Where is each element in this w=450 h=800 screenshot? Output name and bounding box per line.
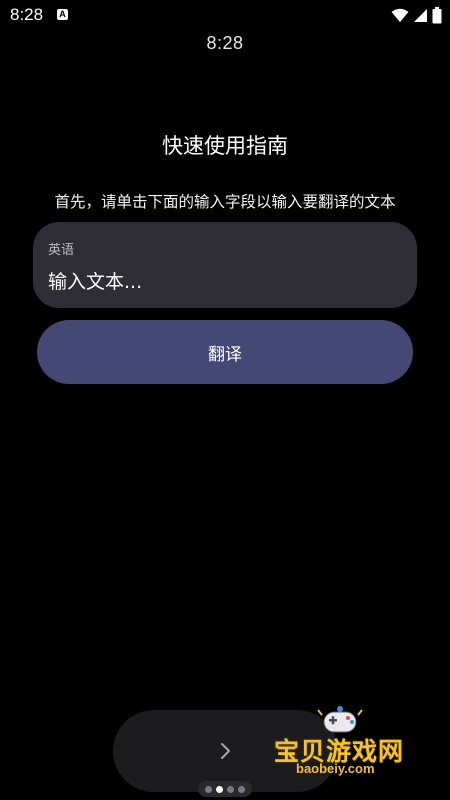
chevron-right-icon[interactable] bbox=[216, 740, 234, 762]
source-language-label: 英语 bbox=[48, 243, 75, 258]
watermark-logo: 宝贝游戏网 baobeiy.com bbox=[272, 706, 432, 786]
watermark-url: baobeiy.com bbox=[296, 761, 375, 776]
page-indicator bbox=[198, 781, 252, 797]
page-dot bbox=[205, 785, 212, 793]
text-input-field[interactable]: 英语 输入文本... bbox=[33, 222, 417, 308]
guide-instruction: 首先，请单击下面的输入字段以输入要翻译的文本 bbox=[54, 193, 396, 211]
input-placeholder: 输入文本... bbox=[48, 271, 143, 293]
page-title: 快速使用指南 bbox=[162, 134, 288, 158]
translate-button[interactable]: 翻译 bbox=[37, 320, 413, 384]
wifi-icon bbox=[391, 8, 409, 22]
signal-icon bbox=[414, 8, 427, 22]
page-dot bbox=[238, 785, 245, 793]
status-time: 8:28 bbox=[10, 5, 44, 24]
clock-display: 8:28 bbox=[206, 33, 244, 53]
battery-icon bbox=[432, 6, 442, 23]
status-bar: 8:28 A bbox=[0, 0, 450, 32]
page-dot-active bbox=[216, 785, 223, 793]
page-dot bbox=[227, 785, 234, 793]
status-icons bbox=[391, 6, 442, 24]
a-letter-icon: A bbox=[57, 9, 68, 20]
